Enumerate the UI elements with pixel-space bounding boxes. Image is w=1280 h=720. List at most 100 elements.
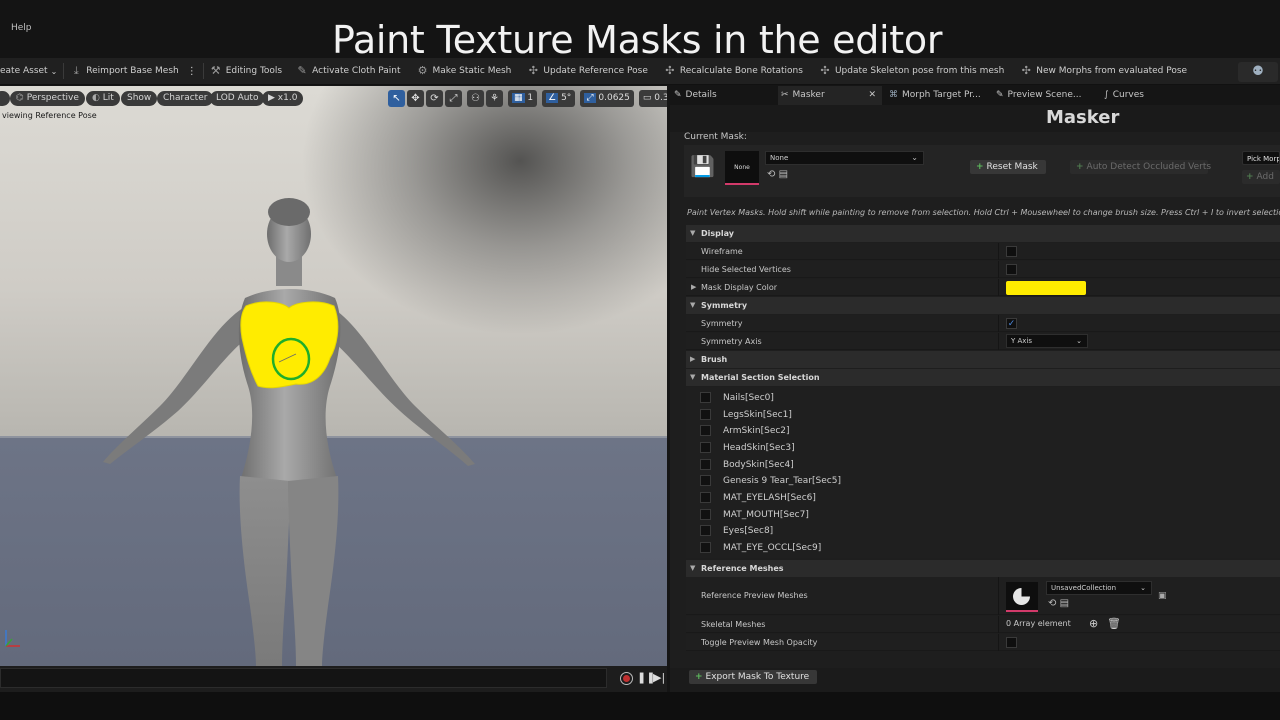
play-icon: ▶ (268, 93, 275, 103)
update-skeleton-pose-button[interactable]: ✣ Update Skeleton pose from this mesh (819, 58, 1004, 85)
array-count: 0 Array element (1006, 619, 1071, 628)
angle-snap[interactable]: ∠ 5° (542, 90, 576, 107)
plus-icon: + (1246, 172, 1254, 182)
symmetry-checkbox[interactable]: ✓ (1006, 318, 1017, 329)
material-checkbox[interactable] (700, 509, 711, 520)
hide-selected-checkbox[interactable] (1006, 264, 1017, 275)
camera-icon: ⌬ (16, 93, 24, 103)
mask-color-swatch[interactable] (1006, 281, 1086, 295)
browse-icon[interactable]: ▤ (779, 169, 788, 180)
perspective-button[interactable]: ⌬ Perspective (10, 91, 85, 106)
masker-header (670, 105, 1280, 132)
more-options-icon[interactable]: ⋮ (187, 66, 197, 77)
trash-icon[interactable]: 🗑 (1107, 617, 1121, 630)
viewport[interactable]: ⌬ Perspective ◐ Lit Show Character LOD A… (0, 86, 667, 666)
skeleton-mode-button[interactable]: ⚉ (1238, 62, 1278, 82)
save-icon[interactable]: 💾 (690, 155, 715, 177)
step-forward-icon[interactable]: ▶| (653, 671, 665, 684)
material-checkbox[interactable] (700, 425, 711, 436)
lit-button[interactable]: ◐ Lit (86, 91, 120, 106)
panel-title: Masker (1046, 107, 1120, 128)
material-checkbox[interactable] (700, 492, 711, 503)
pick-morph-select[interactable]: Pick Morp (1242, 151, 1280, 165)
make-static-mesh-button[interactable]: ⚙ Make Static Mesh (417, 58, 512, 85)
display-section[interactable]: ▼ Display (686, 225, 1280, 242)
material-checkbox[interactable] (700, 409, 711, 420)
mask-select[interactable]: None ⌄ (765, 151, 924, 165)
grid-snap[interactable]: ▦ 1 (508, 90, 538, 107)
viewport-status: viewing Reference Pose (2, 111, 97, 120)
material-checkbox[interactable] (700, 392, 711, 403)
reference-preview-row: Reference Preview Meshes (686, 577, 1280, 615)
record-icon (623, 675, 630, 682)
chevron-down-icon: ⌄ (50, 66, 58, 76)
scale-icon[interactable]: ⤢ (445, 90, 462, 107)
transform-tools: ↖ ✥ ⟳ ⤢ ⚇ ⚘ ▦ 1 ∠ 5° ⤢ 0.0625 ▭ 0.33 (388, 90, 667, 107)
paint-hint: Paint Vertex Masks. Hold shift while pai… (687, 208, 1280, 217)
hide-selected-row: Hide Selected Vertices (686, 261, 1280, 278)
lod-button[interactable]: LOD Auto (210, 91, 265, 106)
add-button[interactable]: + Add (1242, 170, 1280, 184)
tab-details[interactable]: ✎ Details (674, 86, 774, 105)
save-collection-icon[interactable]: ▣ (1158, 591, 1167, 601)
timeline-track[interactable] (0, 668, 607, 688)
use-selected-icon[interactable]: ⟲ (1048, 598, 1056, 609)
recalculate-bone-rotations-button[interactable]: ✣ Recalculate Bone Rotations (664, 58, 803, 85)
record-button[interactable] (620, 672, 633, 685)
browse-icon[interactable]: ▤ (1060, 598, 1069, 609)
character-mesh[interactable] (0, 86, 667, 666)
tab-curves[interactable]: ∫ Curves (1104, 86, 1204, 105)
use-selected-icon[interactable]: ⟲ (767, 169, 775, 180)
material-checkbox[interactable] (700, 475, 711, 486)
collapse-arrow-icon[interactable]: ▶ (691, 279, 696, 296)
camera-speed[interactable]: ▭ 0.33 (638, 90, 667, 107)
main-toolbar: eate Asset ⌄ ⤓ Reimport Base Mesh ⋮ ⚒ Ed… (0, 58, 1280, 85)
reference-meshes-section[interactable]: ▼ Reference Meshes (686, 560, 1280, 577)
mask-thumbnail[interactable]: None (725, 151, 759, 185)
material-checkbox[interactable] (700, 459, 711, 470)
scale-snap[interactable]: ⤢ 0.0625 (580, 90, 634, 107)
scale-snap-icon: ⤢ (584, 93, 596, 103)
collection-thumbnail[interactable] (1006, 582, 1038, 612)
mask-display-color-row: ▶ Mask Display Color (686, 279, 1280, 296)
character-button[interactable]: Character (157, 91, 214, 106)
tab-masker[interactable]: ✂ Masker ✕ (778, 86, 882, 105)
collection-actions: ⟲ ▤ (1048, 598, 1069, 609)
reset-mask-button[interactable]: + Reset Mask (970, 160, 1046, 174)
brush-icon: ✎ (297, 64, 307, 77)
skeletal-meshes-row: Skeletal Meshes (686, 616, 1280, 633)
rotate-icon[interactable]: ⟳ (426, 90, 443, 107)
menu-help[interactable]: Help (11, 23, 32, 33)
update-reference-pose-button[interactable]: ✣ Update Reference Pose (527, 58, 648, 85)
chevron-down-icon: ⌄ (1140, 584, 1146, 592)
move-icon[interactable]: ✥ (407, 90, 424, 107)
material-section[interactable]: ▼ Material Section Selection (686, 369, 1280, 386)
material-checkbox[interactable] (700, 442, 711, 453)
tab-preview-scene[interactable]: ✎ Preview Scene... (996, 86, 1096, 105)
material-checkbox[interactable] (700, 525, 711, 536)
brush-section[interactable]: ▶ Brush (686, 351, 1280, 368)
close-icon[interactable]: ✕ (868, 86, 876, 105)
reimport-base-mesh-button[interactable]: ⤓ Reimport Base Mesh ⋮ (70, 58, 197, 85)
expand-arrow-icon: ▼ (690, 229, 696, 237)
collection-select[interactable]: UnsavedCollection ⌄ (1046, 581, 1152, 595)
create-asset-button[interactable]: eate Asset ⌄ (0, 58, 57, 85)
material-checkbox[interactable] (700, 542, 711, 553)
tab-morph-target[interactable]: ⌘ Morph Target Pr... (889, 86, 989, 105)
local-space-icon[interactable]: ⚇ (467, 90, 484, 107)
add-element-icon[interactable]: ⊕ (1089, 617, 1098, 630)
export-mask-button[interactable]: + Export Mask To Texture (689, 670, 818, 684)
editing-tools-button[interactable]: ⚒ Editing Tools (210, 58, 282, 85)
show-button[interactable]: Show (121, 91, 158, 106)
select-icon[interactable]: ↖ (388, 90, 405, 107)
auto-detect-button[interactable]: + Auto Detect Occluded Verts (1070, 160, 1211, 174)
new-morphs-button[interactable]: ✣ New Morphs from evaluated Pose (1020, 58, 1187, 85)
symmetry-section[interactable]: ▼ Symmetry (686, 297, 1280, 314)
wireframe-checkbox[interactable] (1006, 246, 1017, 257)
play-speed-button[interactable]: ▶ x1.0 (262, 91, 304, 106)
activate-cloth-paint-button[interactable]: ✎ Activate Cloth Paint (296, 58, 401, 85)
expand-arrow-icon: ▼ (690, 564, 696, 572)
toggle-opacity-checkbox[interactable] (1006, 637, 1017, 648)
surface-snap-icon[interactable]: ⚘ (486, 90, 503, 107)
symmetry-axis-select[interactable]: Y Axis ⌄ (1006, 334, 1088, 348)
